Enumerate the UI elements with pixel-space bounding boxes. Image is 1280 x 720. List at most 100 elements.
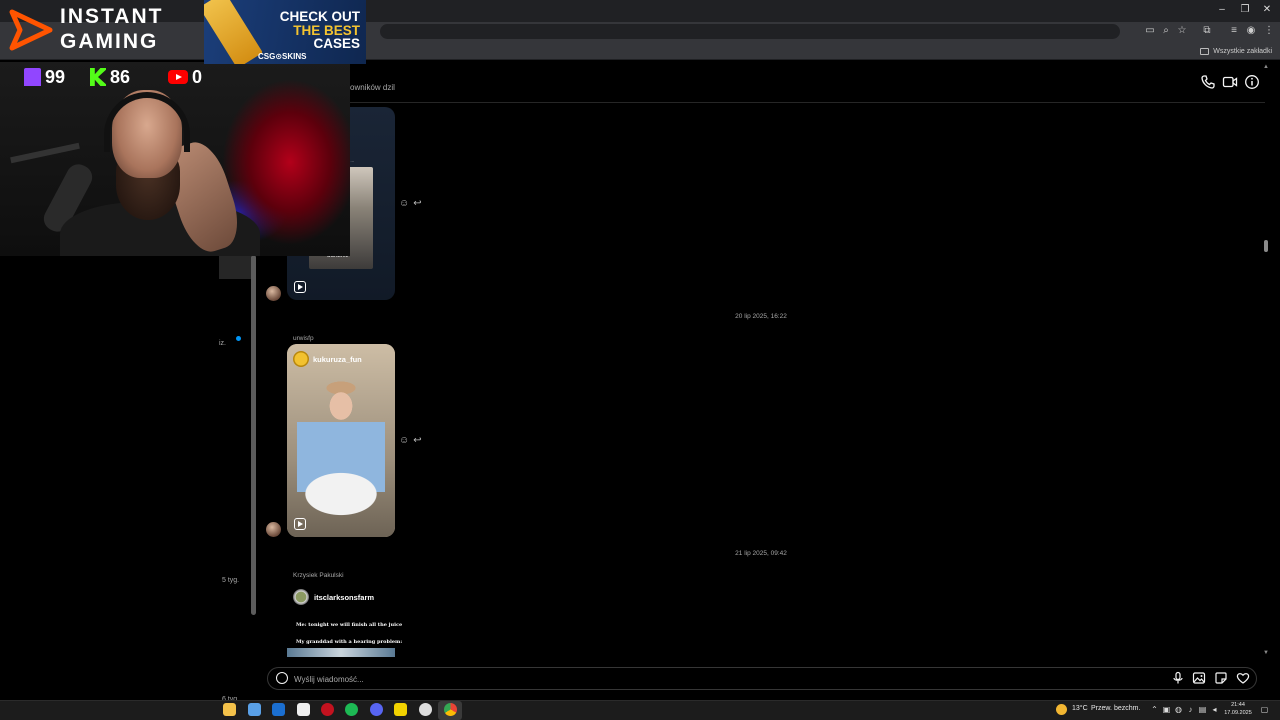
message-actions: ☺ ↩ — [399, 435, 422, 446]
weather-desc[interactable]: Przew. bezchm. — [1091, 705, 1140, 712]
scroll-down-arrow[interactable]: ▼ — [1263, 650, 1269, 656]
notification-icon[interactable]: ▢ — [1260, 705, 1269, 714]
youtube-viewers: 0 — [168, 66, 202, 88]
bookmarks-bar — [0, 42, 1280, 60]
calendar-icon[interactable] — [248, 703, 261, 716]
chat-title[interactable]: owników dzil — [350, 83, 395, 92]
heart-icon[interactable] — [1236, 671, 1250, 685]
tray-app-icon[interactable]: ▣ — [1162, 705, 1171, 714]
obs-icon[interactable] — [419, 703, 432, 716]
reel-owner[interactable]: itsclarksonsfarm — [293, 589, 374, 605]
reply-icon[interactable]: ↩ — [413, 435, 421, 446]
mic-arm — [10, 142, 80, 164]
react-emoji-icon[interactable]: ☺ — [399, 435, 409, 446]
microphone-tray-icon[interactable]: ♪ — [1186, 705, 1195, 714]
phone-icon[interactable] — [1200, 74, 1216, 90]
conversation-time: 5 tyg. — [222, 577, 240, 584]
notepad-icon[interactable] — [297, 703, 310, 716]
microphone-icon[interactable] — [1171, 671, 1185, 685]
reel-owner-avatar — [293, 351, 309, 367]
twitch-icon — [24, 68, 41, 86]
all-bookmarks-folder[interactable]: Wszystkie zakładki — [1200, 44, 1272, 58]
browser-titlebar — [0, 0, 1280, 22]
message-input[interactable] — [294, 672, 794, 686]
emoji-picker-icon[interactable] — [276, 672, 288, 684]
weather-temp[interactable]: 13°C — [1072, 705, 1088, 712]
restore-button[interactable]: ❐ — [1236, 3, 1254, 17]
folder-icon — [1200, 47, 1210, 55]
outlook-icon[interactable] — [272, 703, 285, 716]
headphones — [104, 92, 190, 152]
network-icon[interactable]: ▤ — [1198, 705, 1207, 714]
sender-name: urwisfp — [293, 335, 314, 342]
taskbar-clock[interactable]: 21:44 17.09.2025 — [1222, 701, 1254, 717]
youtube-icon — [168, 70, 188, 84]
info-icon[interactable] — [1244, 74, 1260, 90]
chevron-up-icon[interactable]: ⌃ — [1150, 705, 1159, 714]
recorder-icon[interactable] — [321, 703, 334, 716]
sender-avatar[interactable] — [266, 286, 281, 301]
volume-icon[interactable]: ◂ — [1210, 705, 1219, 714]
twitch-count: 99 — [45, 66, 66, 87]
chrome-icon[interactable] — [444, 703, 457, 716]
instant-gaming-logo-icon — [9, 9, 53, 51]
extensions-icon[interactable]: ⧉ — [1201, 25, 1213, 37]
sidebar-toggle-icon[interactable]: ≡ — [1228, 25, 1240, 37]
all-bookmarks-label: Wszystkie zakładki — [1213, 47, 1272, 55]
conversation-snippet: iz. — [219, 340, 226, 347]
reel-owner-name: kukuruza_fun — [313, 354, 362, 364]
reel-icon — [294, 281, 306, 293]
reel-thumbnail — [287, 344, 395, 537]
scroll-up-arrow[interactable]: ▲ — [1263, 64, 1269, 70]
message-timestamp: 21 lip 2025, 09:42 — [735, 550, 787, 557]
address-bar[interactable] — [380, 24, 1120, 39]
sticker-icon[interactable] — [1214, 671, 1228, 685]
clock-time: 21:44 — [1231, 702, 1245, 708]
tray-app-icon[interactable]: ◍ — [1174, 705, 1183, 714]
install-app-icon[interactable]: ▭ — [1144, 25, 1156, 37]
minimize-button[interactable]: – — [1213, 3, 1231, 17]
header-divider — [257, 102, 1265, 103]
youtube-count: 0 — [192, 66, 203, 87]
reel-thumbnail[interactable] — [287, 648, 395, 657]
logo-text-line2: GAMING — [60, 30, 159, 53]
kick-viewers: 86 — [90, 66, 130, 88]
sender-avatar[interactable] — [266, 522, 281, 537]
menu-kebab-icon[interactable]: ⋮ — [1263, 25, 1275, 37]
shared-reel-card[interactable]: kukuruza_fun — [287, 344, 395, 537]
image-upload-icon[interactable] — [1192, 671, 1206, 685]
kick-count: 86 — [110, 66, 131, 87]
profile-icon[interactable]: ◉ — [1245, 25, 1257, 37]
unread-indicator — [236, 336, 241, 341]
kick-icon — [90, 68, 106, 86]
spotify-icon[interactable] — [345, 703, 358, 716]
video-call-icon[interactable] — [1222, 74, 1238, 90]
reel-caption-line: My granddad with a hearing problem: — [296, 639, 403, 645]
reel-owner[interactable]: kukuruza_fun — [293, 351, 362, 367]
csgo-skins-ad[interactable]: CHECK OUT THE BEST CASES CSG⊙SKINS — [204, 0, 366, 64]
knife-icon — [204, 0, 263, 64]
zoom-icon[interactable]: ⌕ — [1160, 25, 1172, 37]
conversation-list-scrollbar[interactable] — [251, 255, 256, 615]
file-explorer-icon[interactable] — [223, 703, 236, 716]
messenger-bird-icon[interactable] — [394, 703, 407, 716]
conversation-list-highlight — [219, 255, 251, 279]
chat-scrollbar-thumb[interactable] — [1264, 240, 1268, 252]
twitch-viewers: 99 — [24, 66, 65, 88]
ad-brand: CSG⊙SKINS — [258, 52, 307, 61]
react-emoji-icon[interactable]: ☺ — [399, 198, 409, 209]
logo-text-line1: INSTANT — [60, 5, 164, 28]
windows-taskbar — [0, 700, 1280, 720]
reply-icon[interactable]: ↩ — [413, 198, 421, 209]
close-window-button[interactable]: ✕ — [1258, 3, 1276, 17]
reel-icon — [294, 518, 306, 530]
webcam-overlay — [0, 62, 350, 256]
reel-owner-avatar — [293, 589, 309, 605]
weather-icon[interactable] — [1056, 704, 1067, 715]
reel-caption-line: Me: tonight we will finish all the juice — [296, 622, 403, 628]
reel-owner-name: itsclarksonsfarm — [314, 592, 375, 602]
sender-name: Krzysiek Pakulski — [293, 572, 344, 579]
clock-date: 17.09.2025 — [1224, 710, 1252, 716]
discord-icon[interactable] — [370, 703, 383, 716]
bookmark-star-icon[interactable]: ☆ — [1176, 25, 1188, 37]
